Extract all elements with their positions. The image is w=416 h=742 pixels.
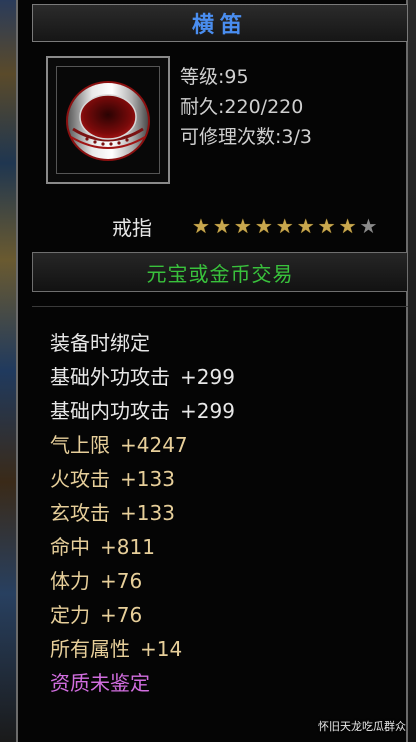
item-type-row: 戒指 ★ ★ ★ ★ ★ ★ ★ ★ ★ xyxy=(32,210,408,246)
attribute-label: 所有属性 xyxy=(50,637,130,661)
attribute-value: +133 xyxy=(120,501,175,525)
game-background-right xyxy=(408,0,416,742)
attribute-row: 基础外功攻击 +299 xyxy=(50,360,235,394)
attribute-label: 定力 xyxy=(50,603,90,627)
attribute-label: 装备时绑定 xyxy=(50,331,150,355)
attribute-value: +133 xyxy=(120,467,175,491)
ring-icon xyxy=(56,66,160,174)
attribute-value: +76 xyxy=(100,603,143,627)
trade-bar: 元宝或金币交易 xyxy=(32,252,408,292)
item-durability: 耐久:220/220 xyxy=(180,96,304,118)
attribute-label: 气上限 xyxy=(50,433,110,457)
star-filled-icon: ★ xyxy=(212,214,231,238)
attribute-label: 基础内功攻击 xyxy=(50,399,170,423)
attribute-label: 体力 xyxy=(50,569,90,593)
star-filled-icon: ★ xyxy=(254,214,273,238)
item-basic-stats: 等级:95 耐久:220/220 可修理次数:3/3 xyxy=(180,62,312,152)
star-filled-icon: ★ xyxy=(317,214,336,238)
watermark: 怀旧天龙吃瓜群众 xyxy=(318,720,406,733)
attribute-label: 玄攻击 xyxy=(50,501,110,525)
attribute-row: 火攻击 +133 xyxy=(50,462,235,496)
item-icon-frame xyxy=(46,56,170,184)
star-filled-icon: ★ xyxy=(275,214,294,238)
star-filled-icon: ★ xyxy=(233,214,252,238)
divider xyxy=(32,306,408,307)
attribute-value: +299 xyxy=(180,365,235,389)
attribute-row: 定力 +76 xyxy=(50,598,235,632)
attribute-row: 玄攻击 +133 xyxy=(50,496,235,530)
item-type: 戒指 xyxy=(112,216,152,240)
attribute-label: 命中 xyxy=(50,535,90,559)
star-filled-icon: ★ xyxy=(338,214,357,238)
attribute-value: +811 xyxy=(100,535,155,559)
attribute-row: 命中 +811 xyxy=(50,530,235,564)
attribute-row: 装备时绑定 xyxy=(50,326,235,360)
item-repair-count: 可修理次数:3/3 xyxy=(180,126,312,148)
item-name: 横笛 xyxy=(191,13,248,38)
attribute-label: 基础外功攻击 xyxy=(50,365,170,389)
attribute-value: +14 xyxy=(140,637,183,661)
star-filled-icon: ★ xyxy=(296,214,315,238)
star-filled-icon: ★ xyxy=(192,214,210,238)
item-level: 等级:95 xyxy=(180,66,249,88)
attribute-value: +76 xyxy=(100,569,143,593)
trade-type: 元宝或金币交易 xyxy=(146,261,294,286)
attribute-label: 火攻击 xyxy=(50,467,110,491)
star-rating: ★ ★ ★ ★ ★ ★ ★ ★ ★ xyxy=(192,214,377,238)
item-title-bar: 横笛 xyxy=(32,4,408,42)
attribute-row: 气上限 +4247 xyxy=(50,428,235,462)
attribute-row: 基础内功攻击 +299 xyxy=(50,394,235,428)
star-empty-icon: ★ xyxy=(359,214,378,238)
item-tooltip-panel: 横笛 等级:95 耐久:220/220 可修理次数:3/3 戒指 ★ ★ ★ ★… xyxy=(16,0,408,742)
attribute-list: 装备时绑定基础外功攻击 +299 基础内功攻击 +299 气上限 +4247 火攻击 +133… xyxy=(50,326,235,700)
attribute-label: 资质未鉴定 xyxy=(50,671,150,695)
attribute-value: +299 xyxy=(180,399,235,423)
attribute-row: 资质未鉴定 xyxy=(50,666,235,700)
attribute-value: +4247 xyxy=(120,433,188,457)
attribute-row: 所有属性 +14 xyxy=(50,632,235,666)
attribute-row: 体力 +76 xyxy=(50,564,235,598)
